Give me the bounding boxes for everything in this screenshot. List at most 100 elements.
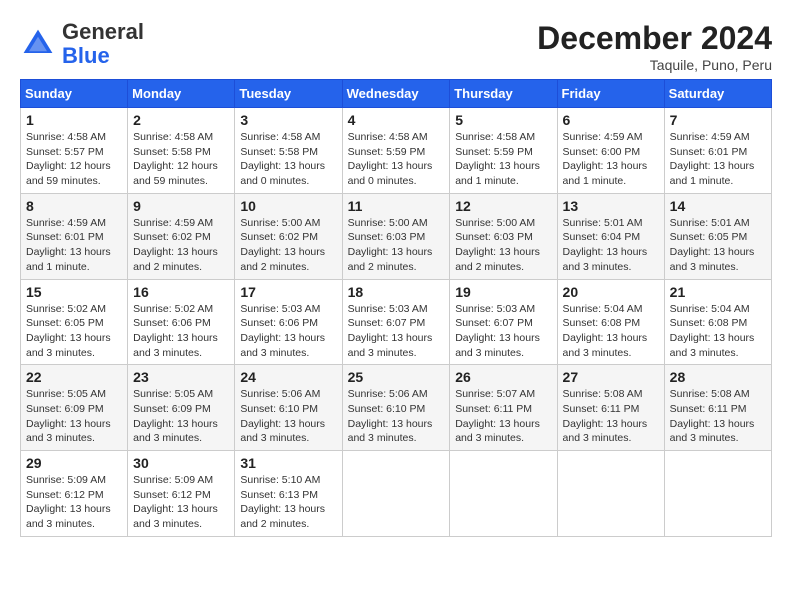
day-info: Sunrise: 5:03 AM Sunset: 6:07 PM Dayligh… <box>455 302 551 361</box>
calendar-cell-0-2: 3 Sunrise: 4:58 AM Sunset: 5:58 PM Dayli… <box>235 108 342 194</box>
day-info: Sunrise: 5:08 AM Sunset: 6:11 PM Dayligh… <box>670 387 766 446</box>
calendar-cell-2-6: 21 Sunrise: 5:04 AM Sunset: 6:08 PM Dayl… <box>664 279 771 365</box>
calendar-cell-2-1: 16 Sunrise: 5:02 AM Sunset: 6:06 PM Dayl… <box>128 279 235 365</box>
day-number: 28 <box>670 369 766 385</box>
day-info: Sunrise: 5:02 AM Sunset: 6:05 PM Dayligh… <box>26 302 122 361</box>
day-info: Sunrise: 5:00 AM Sunset: 6:03 PM Dayligh… <box>348 216 445 275</box>
calendar-cell-1-1: 9 Sunrise: 4:59 AM Sunset: 6:02 PM Dayli… <box>128 193 235 279</box>
day-number: 9 <box>133 198 229 214</box>
day-info: Sunrise: 5:05 AM Sunset: 6:09 PM Dayligh… <box>133 387 229 446</box>
day-number: 4 <box>348 112 445 128</box>
col-tuesday: Tuesday <box>235 80 342 108</box>
calendar-cell-0-4: 5 Sunrise: 4:58 AM Sunset: 5:59 PM Dayli… <box>450 108 557 194</box>
col-friday: Friday <box>557 80 664 108</box>
calendar-cell-3-3: 25 Sunrise: 5:06 AM Sunset: 6:10 PM Dayl… <box>342 365 450 451</box>
day-number: 22 <box>26 369 122 385</box>
day-number: 31 <box>240 455 336 471</box>
calendar-cell-4-1: 30 Sunrise: 5:09 AM Sunset: 6:12 PM Dayl… <box>128 451 235 537</box>
calendar-cell-1-2: 10 Sunrise: 5:00 AM Sunset: 6:02 PM Dayl… <box>235 193 342 279</box>
day-number: 23 <box>133 369 229 385</box>
day-number: 21 <box>670 284 766 300</box>
day-info: Sunrise: 5:10 AM Sunset: 6:13 PM Dayligh… <box>240 473 336 532</box>
calendar-cell-3-2: 24 Sunrise: 5:06 AM Sunset: 6:10 PM Dayl… <box>235 365 342 451</box>
day-number: 15 <box>26 284 122 300</box>
day-number: 7 <box>670 112 766 128</box>
day-info: Sunrise: 4:58 AM Sunset: 5:57 PM Dayligh… <box>26 130 122 189</box>
calendar-cell-0-6: 7 Sunrise: 4:59 AM Sunset: 6:01 PM Dayli… <box>664 108 771 194</box>
day-number: 24 <box>240 369 336 385</box>
calendar-cell-1-4: 12 Sunrise: 5:00 AM Sunset: 6:03 PM Dayl… <box>450 193 557 279</box>
day-number: 10 <box>240 198 336 214</box>
day-info: Sunrise: 5:00 AM Sunset: 6:02 PM Dayligh… <box>240 216 336 275</box>
day-number: 6 <box>563 112 659 128</box>
calendar-cell-1-6: 14 Sunrise: 5:01 AM Sunset: 6:05 PM Dayl… <box>664 193 771 279</box>
day-number: 29 <box>26 455 122 471</box>
day-number: 17 <box>240 284 336 300</box>
day-info: Sunrise: 4:59 AM Sunset: 6:01 PM Dayligh… <box>26 216 122 275</box>
title-area: December 2024 Taquile, Puno, Peru <box>537 20 772 73</box>
day-number: 11 <box>348 198 445 214</box>
calendar-cell-0-3: 4 Sunrise: 4:58 AM Sunset: 5:59 PM Dayli… <box>342 108 450 194</box>
calendar-cell-4-5 <box>557 451 664 537</box>
day-info: Sunrise: 4:58 AM Sunset: 5:58 PM Dayligh… <box>240 130 336 189</box>
calendar-cell-0-1: 2 Sunrise: 4:58 AM Sunset: 5:58 PM Dayli… <box>128 108 235 194</box>
day-info: Sunrise: 5:01 AM Sunset: 6:04 PM Dayligh… <box>563 216 659 275</box>
day-info: Sunrise: 5:00 AM Sunset: 6:03 PM Dayligh… <box>455 216 551 275</box>
calendar-cell-3-1: 23 Sunrise: 5:05 AM Sunset: 6:09 PM Dayl… <box>128 365 235 451</box>
day-info: Sunrise: 5:09 AM Sunset: 6:12 PM Dayligh… <box>133 473 229 532</box>
day-number: 25 <box>348 369 445 385</box>
day-info: Sunrise: 5:05 AM Sunset: 6:09 PM Dayligh… <box>26 387 122 446</box>
day-number: 3 <box>240 112 336 128</box>
col-sunday: Sunday <box>21 80 128 108</box>
day-number: 20 <box>563 284 659 300</box>
logo-icon <box>20 26 56 62</box>
day-number: 18 <box>348 284 445 300</box>
day-number: 16 <box>133 284 229 300</box>
day-info: Sunrise: 4:58 AM Sunset: 5:59 PM Dayligh… <box>348 130 445 189</box>
calendar-cell-2-4: 19 Sunrise: 5:03 AM Sunset: 6:07 PM Dayl… <box>450 279 557 365</box>
calendar-cell-4-3 <box>342 451 450 537</box>
day-info: Sunrise: 5:07 AM Sunset: 6:11 PM Dayligh… <box>455 387 551 446</box>
calendar-header-row: Sunday Monday Tuesday Wednesday Thursday… <box>21 80 772 108</box>
week-row-0: 1 Sunrise: 4:58 AM Sunset: 5:57 PM Dayli… <box>21 108 772 194</box>
week-row-4: 29 Sunrise: 5:09 AM Sunset: 6:12 PM Dayl… <box>21 451 772 537</box>
calendar-cell-3-5: 27 Sunrise: 5:08 AM Sunset: 6:11 PM Dayl… <box>557 365 664 451</box>
day-number: 12 <box>455 198 551 214</box>
calendar-cell-2-0: 15 Sunrise: 5:02 AM Sunset: 6:05 PM Dayl… <box>21 279 128 365</box>
calendar-cell-3-4: 26 Sunrise: 5:07 AM Sunset: 6:11 PM Dayl… <box>450 365 557 451</box>
day-info: Sunrise: 5:06 AM Sunset: 6:10 PM Dayligh… <box>348 387 445 446</box>
calendar-table: Sunday Monday Tuesday Wednesday Thursday… <box>20 79 772 537</box>
calendar-cell-2-2: 17 Sunrise: 5:03 AM Sunset: 6:06 PM Dayl… <box>235 279 342 365</box>
calendar-cell-2-3: 18 Sunrise: 5:03 AM Sunset: 6:07 PM Dayl… <box>342 279 450 365</box>
col-wednesday: Wednesday <box>342 80 450 108</box>
calendar-cell-3-6: 28 Sunrise: 5:08 AM Sunset: 6:11 PM Dayl… <box>664 365 771 451</box>
day-number: 14 <box>670 198 766 214</box>
calendar-cell-0-0: 1 Sunrise: 4:58 AM Sunset: 5:57 PM Dayli… <box>21 108 128 194</box>
calendar-cell-3-0: 22 Sunrise: 5:05 AM Sunset: 6:09 PM Dayl… <box>21 365 128 451</box>
day-info: Sunrise: 4:58 AM Sunset: 5:58 PM Dayligh… <box>133 130 229 189</box>
day-info: Sunrise: 5:02 AM Sunset: 6:06 PM Dayligh… <box>133 302 229 361</box>
day-info: Sunrise: 5:08 AM Sunset: 6:11 PM Dayligh… <box>563 387 659 446</box>
calendar-cell-4-4 <box>450 451 557 537</box>
day-info: Sunrise: 5:04 AM Sunset: 6:08 PM Dayligh… <box>563 302 659 361</box>
calendar-cell-1-0: 8 Sunrise: 4:59 AM Sunset: 6:01 PM Dayli… <box>21 193 128 279</box>
calendar-cell-0-5: 6 Sunrise: 4:59 AM Sunset: 6:00 PM Dayli… <box>557 108 664 194</box>
day-info: Sunrise: 5:01 AM Sunset: 6:05 PM Dayligh… <box>670 216 766 275</box>
col-monday: Monday <box>128 80 235 108</box>
calendar-cell-1-3: 11 Sunrise: 5:00 AM Sunset: 6:03 PM Dayl… <box>342 193 450 279</box>
day-info: Sunrise: 5:03 AM Sunset: 6:06 PM Dayligh… <box>240 302 336 361</box>
logo: General Blue <box>20 20 144 68</box>
day-info: Sunrise: 5:06 AM Sunset: 6:10 PM Dayligh… <box>240 387 336 446</box>
day-info: Sunrise: 4:59 AM Sunset: 6:02 PM Dayligh… <box>133 216 229 275</box>
logo-text: General Blue <box>62 20 144 68</box>
day-number: 19 <box>455 284 551 300</box>
day-number: 26 <box>455 369 551 385</box>
day-number: 2 <box>133 112 229 128</box>
day-info: Sunrise: 5:04 AM Sunset: 6:08 PM Dayligh… <box>670 302 766 361</box>
calendar-cell-4-0: 29 Sunrise: 5:09 AM Sunset: 6:12 PM Dayl… <box>21 451 128 537</box>
page-header: General Blue December 2024 Taquile, Puno… <box>20 20 772 73</box>
col-saturday: Saturday <box>664 80 771 108</box>
calendar-cell-1-5: 13 Sunrise: 5:01 AM Sunset: 6:04 PM Dayl… <box>557 193 664 279</box>
day-info: Sunrise: 5:03 AM Sunset: 6:07 PM Dayligh… <box>348 302 445 361</box>
month-title: December 2024 <box>537 20 772 57</box>
